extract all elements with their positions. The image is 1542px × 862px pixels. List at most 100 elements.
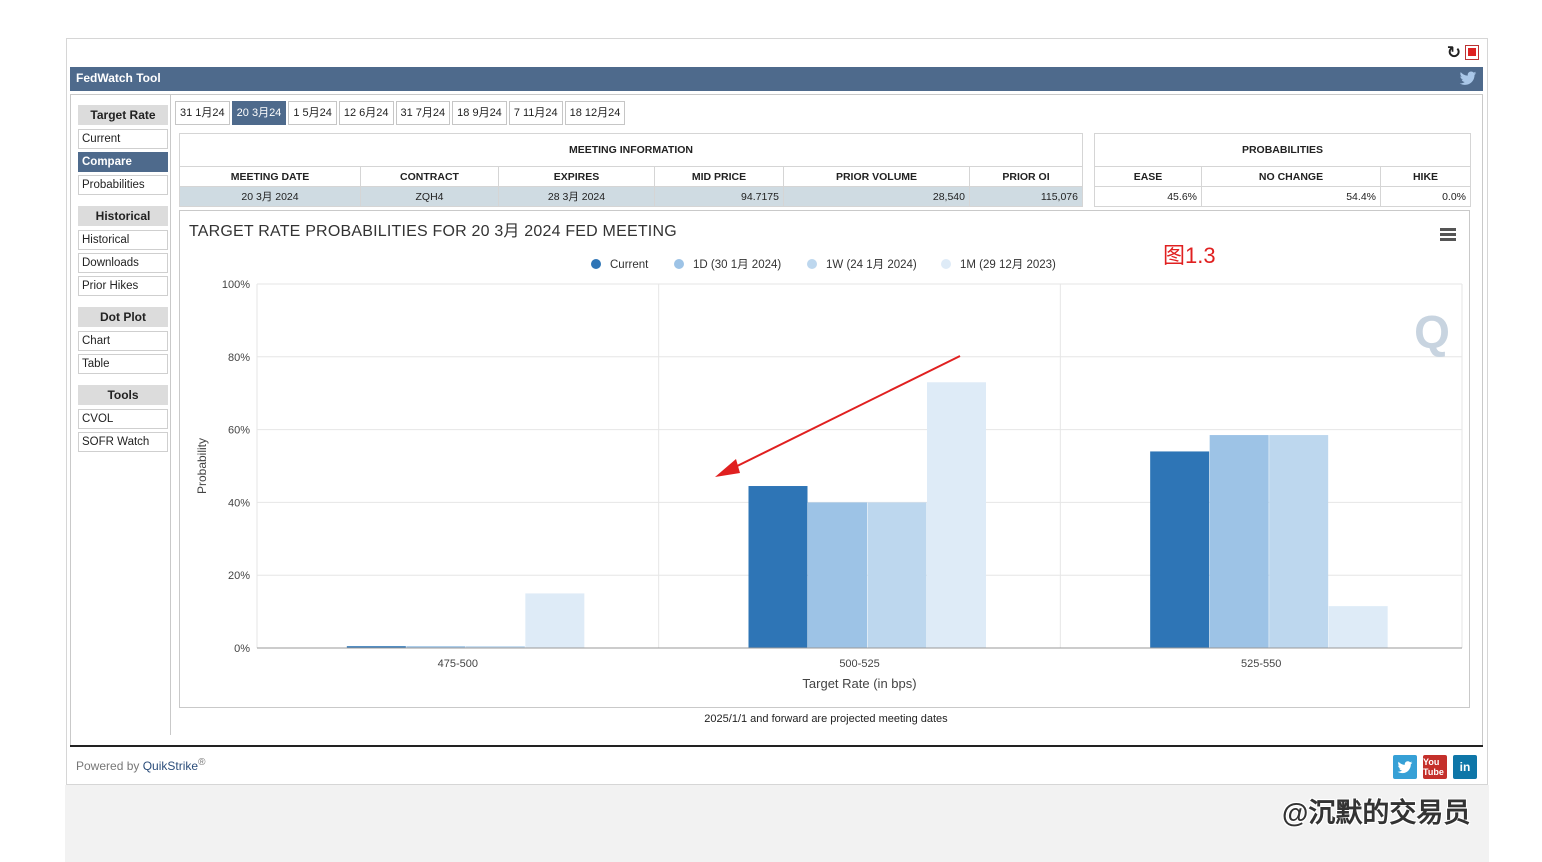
table-cell: 45.6% xyxy=(1094,186,1202,207)
sidebar-item-downloads[interactable]: Downloads xyxy=(78,253,168,273)
linkedin-icon[interactable]: in xyxy=(1453,755,1477,779)
col-header: HIKE xyxy=(1380,166,1471,187)
annotation-arrow-head xyxy=(715,459,740,477)
tab-meeting[interactable]: 31 7月24 xyxy=(395,101,451,125)
table-cell: 28 3月 2024 xyxy=(498,186,655,207)
sidebar-item-cvol[interactable]: CVOL xyxy=(78,409,168,429)
col-header: MID PRICE xyxy=(654,166,784,187)
main-panel: Target Rate Current Compare Probabilitie… xyxy=(70,94,1483,746)
sidebar-header-target-rate: Target Rate xyxy=(78,105,168,125)
registered-mark: ® xyxy=(198,757,206,768)
y-tick-label: 60% xyxy=(228,425,250,437)
bar xyxy=(808,502,867,648)
sidebar-header-tools: Tools xyxy=(78,385,168,405)
probabilities-table: PROBABILITIES EASE NO CHANGE HIKE 45.6% … xyxy=(1094,133,1471,207)
sidebar-item-chart[interactable]: Chart xyxy=(78,331,168,351)
x-tick-label: 475-500 xyxy=(438,658,478,670)
col-header: EXPIRES xyxy=(498,166,655,187)
page-background xyxy=(65,785,1489,862)
sidebar-item-current[interactable]: Current xyxy=(78,129,168,149)
meeting-information-table: MEETING INFORMATION MEETING DATE CONTRAC… xyxy=(179,133,1083,207)
title-bar: FedWatch Tool xyxy=(70,67,1483,91)
y-tick-label: 40% xyxy=(228,497,250,509)
y-tick-label: 0% xyxy=(234,643,250,655)
col-header: CONTRACT xyxy=(360,166,499,187)
table-cell: 94.7175 xyxy=(654,186,784,207)
legend-label: 1W (24 1月 2024) xyxy=(826,259,917,271)
bar-chart: Current 1D (30 1月 2024) 1W (24 1月 2024) 1M … xyxy=(195,259,1463,691)
x-tick-label: 525-550 xyxy=(1241,658,1281,670)
tab-meeting-active[interactable]: 20 3月24 xyxy=(231,101,287,125)
twitter-icon[interactable] xyxy=(1459,69,1477,87)
sidebar: Target Rate Current Compare Probabilitie… xyxy=(78,105,168,455)
y-tick-label: 20% xyxy=(228,570,250,582)
sidebar-item-compare[interactable]: Compare xyxy=(78,152,168,172)
quikstrike-link[interactable]: QuikStrike xyxy=(143,759,198,773)
x-tick-label: 500-525 xyxy=(839,658,879,670)
bar xyxy=(525,593,585,648)
tab-meeting[interactable]: 18 12月24 xyxy=(564,101,626,125)
col-header: EASE xyxy=(1094,166,1202,187)
sidebar-header-historical: Historical xyxy=(78,206,168,226)
col-header: PRIOR VOLUME xyxy=(783,166,970,187)
sidebar-header-dot-plot: Dot Plot xyxy=(78,307,168,327)
table-row: 45.6% 54.4% 0.0% xyxy=(1094,186,1471,207)
tab-meeting[interactable]: 12 6月24 xyxy=(338,101,394,125)
bar xyxy=(1269,435,1329,648)
quikstrike-watermark-logo: Q xyxy=(1414,306,1450,358)
y-tick-label: 100% xyxy=(222,279,250,291)
table-cell: 28,540 xyxy=(783,186,970,207)
youtube-icon[interactable]: You Tube xyxy=(1423,755,1447,779)
sidebar-item-probabilities[interactable]: Probabilities xyxy=(78,175,168,195)
bar xyxy=(927,382,986,648)
tab-meeting[interactable]: 7 11月24 xyxy=(508,101,563,125)
y-axis-title: Probability xyxy=(195,438,209,494)
footer: Powered by QuikStrike® You Tube in xyxy=(70,745,1483,783)
table-cell: 115,076 xyxy=(969,186,1083,207)
col-header: NO CHANGE xyxy=(1201,166,1381,187)
legend-label: 1M (29 12月 2023) xyxy=(960,259,1056,271)
tab-meeting[interactable]: 18 9月24 xyxy=(452,101,507,125)
legend-marker xyxy=(807,259,817,269)
col-header: PRIOR OI xyxy=(969,166,1083,187)
fedwatch-frame: ↻ FedWatch Tool Target Rate Current Comp… xyxy=(66,38,1488,785)
probabilities-title: PROBABILITIES xyxy=(1094,133,1471,167)
sidebar-item-historical[interactable]: Historical xyxy=(78,230,168,250)
tab-meeting[interactable]: 31 1月24 xyxy=(175,101,230,125)
bar xyxy=(867,502,927,648)
tab-meeting[interactable]: 1 5月24 xyxy=(288,101,337,125)
top-toolbar: ↻ xyxy=(67,39,1487,65)
bar xyxy=(1328,606,1388,648)
legend-marker xyxy=(674,259,684,269)
table-cell: 0.0% xyxy=(1380,186,1471,207)
table-cell: 54.4% xyxy=(1201,186,1381,207)
footnote: 2025/1/1 and forward are projected meeti… xyxy=(704,713,948,725)
sidebar-item-sofr-watch[interactable]: SOFR Watch xyxy=(78,432,168,452)
pdf-icon[interactable] xyxy=(1465,45,1479,60)
twitter-social-icon[interactable] xyxy=(1393,755,1417,779)
powered-by: Powered by QuikStrike® xyxy=(76,757,205,773)
table-cell: ZQH4 xyxy=(360,186,499,207)
content-area: 31 1月24 20 3月24 1 5月24 12 6月24 31 7月24 1… xyxy=(170,95,1480,735)
sidebar-item-table[interactable]: Table xyxy=(78,354,168,374)
bar xyxy=(1209,435,1269,648)
legend-label: 1D (30 1月 2024) xyxy=(693,259,781,271)
legend-label: Current xyxy=(610,259,649,271)
table-cell: 20 3月 2024 xyxy=(179,186,361,207)
legend-marker xyxy=(591,259,601,269)
app-title: FedWatch Tool xyxy=(76,71,161,85)
bar xyxy=(1150,451,1210,648)
table-row: 20 3月 2024 ZQH4 28 3月 2024 94.7175 28,54… xyxy=(179,186,1083,207)
meeting-information-title: MEETING INFORMATION xyxy=(179,133,1083,167)
social-links: You Tube in xyxy=(1393,755,1477,779)
sidebar-item-prior-hikes[interactable]: Prior Hikes xyxy=(78,276,168,296)
legend-marker xyxy=(941,259,951,269)
bar xyxy=(748,486,808,648)
powered-by-label: Powered by xyxy=(76,759,143,773)
x-axis-title: Target Rate (in bps) xyxy=(802,676,916,691)
meeting-tabs: 31 1月24 20 3月24 1 5月24 12 6月24 31 7月24 1… xyxy=(175,101,626,125)
refresh-icon[interactable]: ↻ xyxy=(1447,44,1461,61)
annotation-arrow xyxy=(724,355,961,473)
chart-container: TARGET RATE PROBABILITIES FOR 20 3月 2024… xyxy=(179,210,1470,708)
y-tick-label: 80% xyxy=(228,352,250,364)
